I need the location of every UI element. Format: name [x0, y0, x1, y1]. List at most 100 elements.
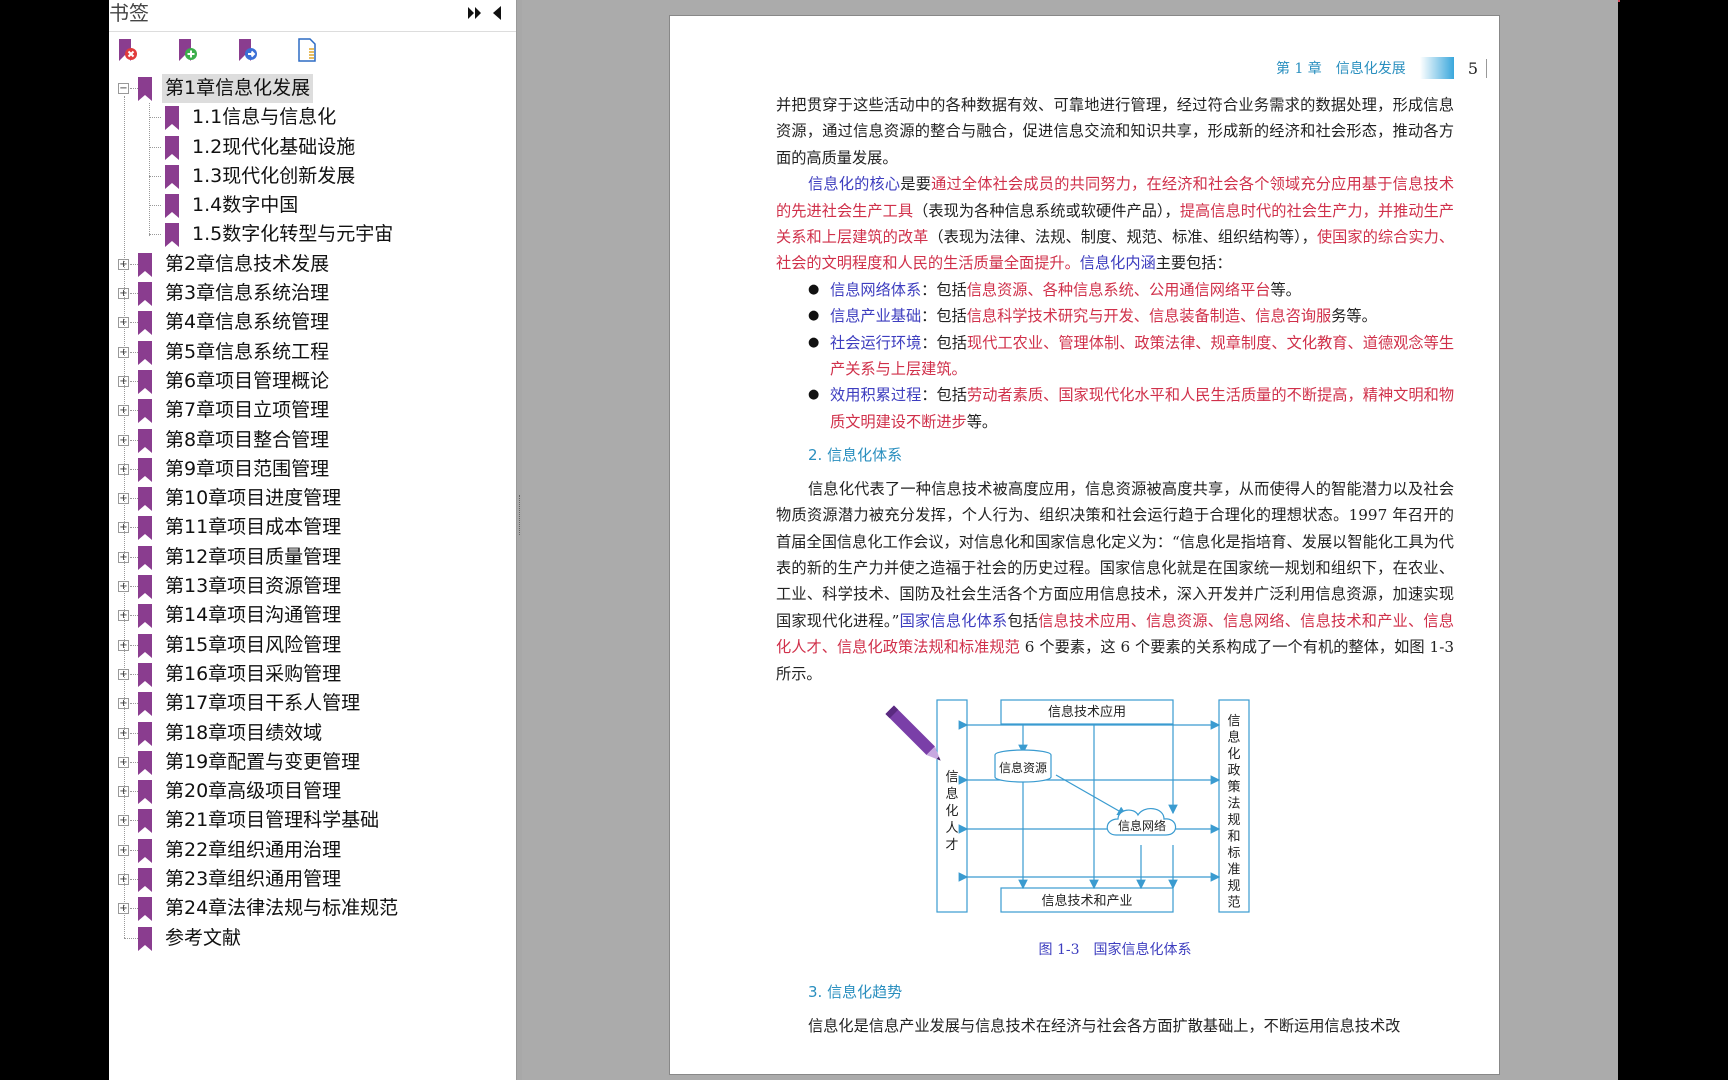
list-item: 信息产业基础：包括信息科学技术研究与开发、信息装备制造、信息咨询服务等。	[808, 303, 1454, 330]
label-network: 信息网络	[1118, 818, 1166, 833]
tree-connector	[149, 234, 161, 236]
list-item: 效用积累过程：包括劳动者素质、国家现代化水平和人民生活质量的不断提高，精神文明和…	[808, 382, 1454, 435]
bookmark-icon	[136, 750, 154, 776]
panel-options-icon[interactable]	[466, 4, 484, 22]
text-fragment: 包括	[1007, 611, 1039, 630]
go-to-bookmark-icon	[234, 37, 260, 67]
label-policy: 信息化政策法规和标准规范	[1227, 714, 1240, 911]
bookmark-label: 第21章项目管理科学基础	[165, 809, 380, 832]
section-heading-3: 3. 信息化趋势	[808, 983, 903, 1002]
bookmark-item[interactable]: + 第11章项目成本管理	[109, 513, 516, 542]
bookmark-item[interactable]: + 第5章信息系统工程	[109, 338, 516, 367]
bookmark-item[interactable]: + 第13章项目资源管理	[109, 572, 516, 601]
bookmark-item[interactable]: + 第3章信息系统治理	[109, 279, 516, 308]
bookmark-item[interactable]: + 第20章高级项目管理	[109, 777, 516, 806]
bookmark-properties-button[interactable]	[293, 38, 321, 66]
text-fragment: 主要包括：	[1155, 254, 1232, 273]
bookmark-subitem[interactable]: 1.4数字中国	[109, 191, 516, 220]
panel-controls	[466, 2, 506, 24]
bookmark-tree: − 第1章信息化发展 1.1信息与信息化 1.2现代化基础设施 1.3现代化创新发展 1.…	[109, 74, 516, 953]
bookmark-item[interactable]: + 第6章项目管理概论	[109, 367, 516, 396]
bookmark-icon	[136, 633, 154, 659]
bookmark-item[interactable]: + 第15章项目风险管理	[109, 631, 516, 660]
text-fragment: ：包括	[921, 307, 967, 326]
bookmark-label: 第7章项目立项管理	[165, 399, 330, 422]
bookmark-icon	[136, 457, 154, 483]
bookmark-label: 1.5数字化转型与元宇宙	[192, 223, 394, 246]
panel-splitter[interactable]	[516, 0, 522, 1080]
bookmark-label: 1.1信息与信息化	[192, 106, 337, 129]
bookmark-item[interactable]: + 第18章项目绩效域	[109, 719, 516, 748]
bookmark-item[interactable]: + 第7章项目立项管理	[109, 396, 516, 425]
text-fragment: 等。	[966, 412, 998, 431]
bookmark-item[interactable]: + 第10章项目进度管理	[109, 484, 516, 513]
splitter-grip[interactable]	[519, 495, 520, 535]
bookmark-icon	[136, 281, 154, 307]
bookmark-icon	[136, 574, 154, 600]
bookmark-item[interactable]: + 第9章项目范围管理	[109, 455, 516, 484]
bookmark-item[interactable]: + 第21章项目管理科学基础	[109, 806, 516, 835]
bookmark-icon	[136, 340, 154, 366]
bookmark-item[interactable]: + 第12章项目质量管理	[109, 543, 516, 572]
collapse-icon[interactable]: −	[118, 83, 129, 94]
bookmark-item[interactable]: + 第2章信息技术发展	[109, 250, 516, 279]
bookmark-item[interactable]: + 第24章法律法规与标准规范	[109, 894, 516, 923]
delete-bookmark-icon	[114, 37, 140, 67]
emphasis: 信息资源、各种信息系统、公用通信网络平台	[966, 280, 1271, 299]
go-to-bookmark-button[interactable]	[233, 38, 261, 66]
bookmark-label: 第17章项目干系人管理	[165, 692, 361, 715]
bookmark-subitem[interactable]: 1.3现代化创新发展	[109, 162, 516, 191]
bookmark-icon	[136, 76, 154, 102]
bookmark-icon	[163, 135, 181, 161]
bookmark-label: 第12章项目质量管理	[165, 545, 342, 568]
text-fragment: 等。	[1270, 280, 1301, 299]
bookmark-item[interactable]: + 第22章组织通用治理	[109, 836, 516, 865]
bookmark-icon	[163, 193, 181, 219]
bookmark-label: 第18章项目绩效域	[165, 721, 323, 744]
bookmark-label: 参考文献	[165, 926, 242, 949]
bookmark-item[interactable]: + 第23章组织通用管理	[109, 865, 516, 894]
delete-bookmark-button[interactable]	[113, 38, 141, 66]
bookmarks-toolbar	[113, 38, 321, 66]
bookmark-item[interactable]: + 第16章项目采购管理	[109, 660, 516, 689]
bookmark-label: 第19章配置与变更管理	[165, 750, 361, 773]
bookmark-subitem[interactable]: 1.1信息与信息化	[109, 103, 516, 132]
collapse-panel-icon[interactable]	[488, 4, 506, 22]
bookmark-label: 第9章项目范围管理	[165, 457, 330, 480]
bookmark-icon	[136, 310, 154, 336]
bookmark-subitem[interactable]: 1.5数字化转型与元宇宙	[109, 220, 516, 249]
bookmark-icon	[136, 515, 154, 541]
bookmark-label: 第4章信息系统管理	[165, 311, 330, 334]
bookmark-icon	[163, 105, 181, 131]
bookmark-item[interactable]: + 第19章配置与变更管理	[109, 748, 516, 777]
bookmark-item[interactable]: 参考文献	[109, 924, 516, 953]
add-bookmark-button[interactable]	[173, 38, 201, 66]
bookmark-item[interactable]: − 第1章信息化发展	[109, 74, 516, 103]
list-term: 社会运行环境	[830, 333, 922, 352]
tree-connector	[149, 205, 161, 207]
bookmark-item[interactable]: + 第17章项目干系人管理	[109, 689, 516, 718]
bookmark-item[interactable]: + 第4章信息系统管理	[109, 308, 516, 337]
bookmark-subitem[interactable]: 1.2现代化基础设施	[109, 133, 516, 162]
bookmark-label: 第16章项目采购管理	[165, 662, 342, 685]
pdf-reader-window: 书签 − 第1章信息化发展 1.1信息与信息化 1.2现代化基础设施 1.3现代…	[0, 0, 1728, 1080]
bookmark-label: 第3章信息系统治理	[165, 282, 330, 305]
bookmark-icon	[136, 428, 154, 454]
list-item: 信息网络体系：包括信息资源、各种信息系统、公用通信网络平台等。	[808, 277, 1454, 304]
bookmark-label: 第2章信息技术发展	[165, 252, 330, 275]
bookmark-label: 第23章组织通用管理	[165, 868, 342, 891]
bookmark-item[interactable]: + 第14章项目沟通管理	[109, 601, 516, 630]
annotation-pen-icon	[878, 698, 958, 782]
bookmark-item[interactable]: + 第8章项目整合管理	[109, 426, 516, 455]
bookmark-icon	[136, 779, 154, 805]
tree-connector	[124, 96, 125, 938]
tree-connector	[149, 103, 150, 236]
paragraph-1: 并把贯穿于这些活动中的各种数据有效、可靠地进行管理，经过符合业务需求的数据处理，…	[776, 96, 1454, 167]
running-head: 第 1 章 信息化发展 5	[1276, 56, 1487, 80]
tree-connector	[149, 117, 161, 119]
bookmark-icon	[136, 926, 154, 952]
pdf-page: 第 1 章 信息化发展 5 并把贯穿于这些活动中的各种数据有效、可靠地进行管理，…	[669, 15, 1500, 1075]
list-term: 效用积累过程	[830, 386, 922, 405]
bookmark-label: 第11章项目成本管理	[165, 516, 342, 539]
text-fragment: 是要	[900, 175, 932, 194]
